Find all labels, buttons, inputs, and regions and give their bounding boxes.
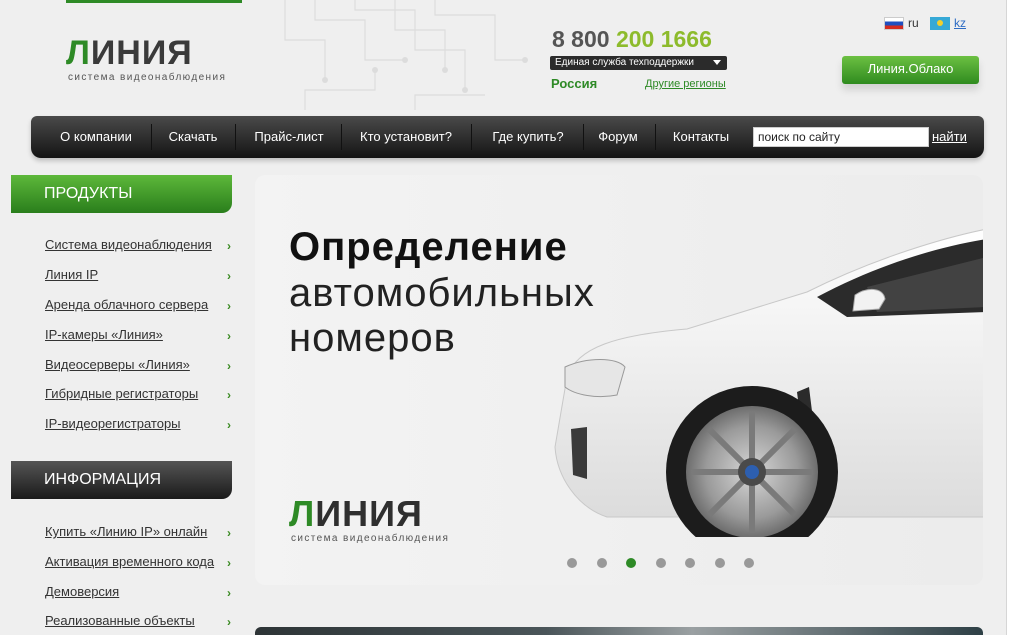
info-section-title: ИНФОРМАЦИЯ xyxy=(11,461,232,499)
chevron-right-icon: › xyxy=(227,615,231,629)
promo-slider[interactable]: Определение автомобильных номеров Л ИНИЯ… xyxy=(255,175,983,585)
sidebar-item-label: IP-видеорегистраторы xyxy=(45,416,181,431)
language-kz-link[interactable]: kz xyxy=(930,16,966,30)
language-code: ru xyxy=(908,16,919,30)
next-banner-preview xyxy=(255,627,983,635)
sidebar-item-label: Аренда облачного сервера xyxy=(45,297,209,312)
search-button[interactable]: найти xyxy=(932,127,967,147)
nav-divider xyxy=(471,124,472,150)
chevron-right-icon: › xyxy=(227,239,231,253)
nav-divider xyxy=(583,124,584,150)
slider-dot[interactable] xyxy=(744,558,754,568)
support-dropdown[interactable]: Единая служба техподдержки xyxy=(550,56,727,70)
nav-item-download[interactable]: Скачать xyxy=(155,116,231,158)
logo-letter-accent: Л xyxy=(66,34,91,72)
logo-subtitle: система видеонаблюдения xyxy=(68,72,227,83)
nav-divider xyxy=(151,124,152,150)
nav-divider xyxy=(235,124,236,150)
sidebar-item-label: Купить «Линию IP» онлайн xyxy=(45,524,208,539)
nav-item-pricelist[interactable]: Прайс-лист xyxy=(239,116,339,158)
main-nav: О компании Скачать Прайс-лист Кто устано… xyxy=(31,116,984,158)
sidebar-item-products[interactable]: Гибридные регистраторы › xyxy=(45,386,235,404)
site-logo[interactable]: Л ИНИЯ система видеонаблюдения xyxy=(66,36,256,86)
nav-item-installers[interactable]: Кто установит? xyxy=(345,116,467,158)
sidebar-item-products[interactable]: Видеосерверы «Линия» › xyxy=(45,357,235,375)
logo-wordmark: Л ИНИЯ xyxy=(289,493,449,534)
sidebar-item-label: Видеосерверы «Линия» xyxy=(45,357,190,372)
sidebar-item-products[interactable]: IP-камеры «Линия» › xyxy=(45,327,235,345)
nav-item-forum[interactable]: Форум xyxy=(587,116,649,158)
chevron-right-icon: › xyxy=(227,329,231,343)
sidebar-item-label: Реализованные объекты xyxy=(45,613,195,628)
slider-dot[interactable] xyxy=(655,558,666,568)
sidebar-item-products[interactable]: Система видеонаблюдения › xyxy=(45,237,235,255)
top-accent-bar xyxy=(66,0,242,3)
chevron-right-icon: › xyxy=(227,586,231,600)
sidebar-item-info[interactable]: Активация временного кода › xyxy=(45,554,235,572)
banner-heading: Определение xyxy=(289,225,568,269)
logo-letters: ИНИЯ xyxy=(90,34,193,72)
russia-flag-icon xyxy=(884,16,904,30)
sidebar-item-products[interactable]: Аренда облачного сервера › xyxy=(45,297,235,315)
language-ru-link[interactable]: ru xyxy=(884,16,919,30)
language-code: kz xyxy=(954,16,966,30)
sidebar-item-label: Гибридные регистраторы xyxy=(45,386,199,401)
chevron-right-icon: › xyxy=(227,269,231,283)
cloud-button[interactable]: Линия.Облако xyxy=(842,56,979,84)
sidebar-item-label: Линия IP xyxy=(45,267,99,282)
chevron-right-icon: › xyxy=(227,388,231,402)
logo-subtitle: система видеонаблюдения xyxy=(291,533,450,544)
page: Л ИНИЯ система видеонаблюдения 8 800 200 … xyxy=(0,0,1007,635)
logo-wordmark: Л ИНИЯ xyxy=(66,36,256,70)
banner-logo: Л ИНИЯ система видеонаблюдения xyxy=(289,493,450,545)
chevron-right-icon: › xyxy=(227,418,231,432)
car-image xyxy=(554,229,983,537)
slider-pagination xyxy=(567,558,774,568)
slider-dot[interactable] xyxy=(685,558,695,568)
slider-dot[interactable] xyxy=(567,558,577,568)
sidebar-item-info[interactable]: Демоверсия › xyxy=(45,584,235,602)
sidebar-item-label: Демоверсия xyxy=(45,584,120,599)
circuit-pattern-decoration xyxy=(284,0,528,110)
search-input[interactable] xyxy=(753,127,929,147)
sidebar-item-info[interactable]: Купить «Линию IP» онлайн › xyxy=(45,524,235,542)
region-current: Россия xyxy=(551,76,598,91)
support-phone: 8 800 200 1666 xyxy=(552,26,732,53)
logo-letters: ИНИЯ xyxy=(315,493,423,534)
other-regions-link[interactable]: Другие регионы xyxy=(645,78,726,90)
sidebar-item-products[interactable]: Линия IP › xyxy=(45,267,235,285)
slider-dot[interactable] xyxy=(596,558,607,568)
sidebar-item-label: IP-камеры «Линия» xyxy=(45,327,163,342)
chevron-right-icon: › xyxy=(227,526,231,540)
chevron-right-icon: › xyxy=(227,556,231,570)
kazakhstan-flag-icon xyxy=(930,16,950,30)
sidebar-item-info[interactable]: Реализованные объекты › xyxy=(45,613,235,631)
nav-item-contacts[interactable]: Контакты xyxy=(659,116,743,158)
chevron-right-icon: › xyxy=(227,359,231,373)
sidebar-item-products[interactable]: IP-видеорегистраторы › xyxy=(45,416,235,434)
phone-number: 200 1666 xyxy=(615,26,712,52)
nav-divider xyxy=(655,124,656,150)
logo-letter-accent: Л xyxy=(289,493,316,534)
banner-subheading: номеров xyxy=(289,316,456,360)
slider-dot[interactable] xyxy=(714,558,725,568)
nav-divider xyxy=(341,124,342,150)
sidebar-item-label: Активация временного кода xyxy=(45,554,215,569)
chevron-right-icon: › xyxy=(227,299,231,313)
nav-item-where-to-buy[interactable]: Где купить? xyxy=(475,116,581,158)
sidebar-item-label: Система видеонаблюдения xyxy=(45,237,212,252)
phone-prefix: 8 800 xyxy=(552,26,616,52)
slider-dot-active[interactable] xyxy=(626,558,636,568)
nav-item-about[interactable]: О компании xyxy=(45,116,147,158)
page-margin xyxy=(1008,0,1024,635)
products-section-title: ПРОДУКТЫ xyxy=(11,175,232,213)
